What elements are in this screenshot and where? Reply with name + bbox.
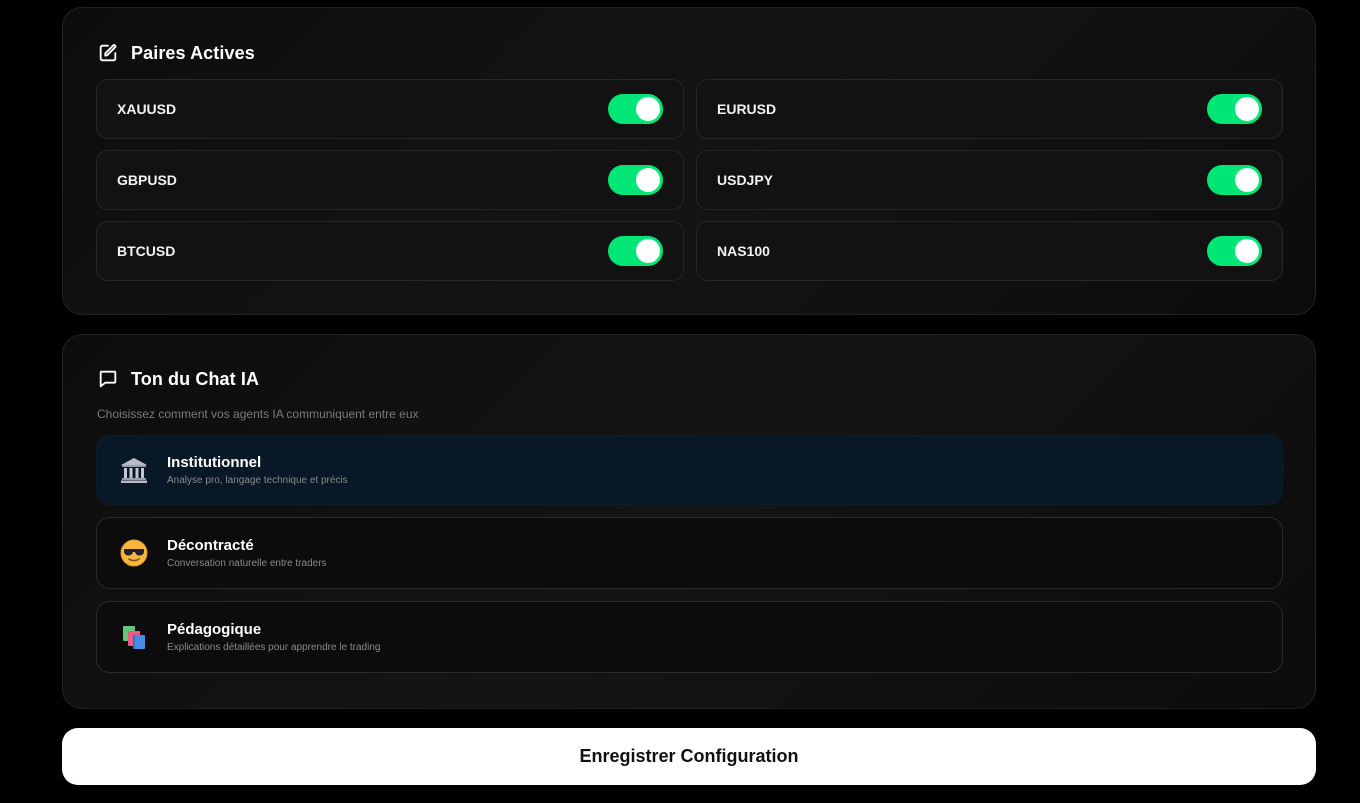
- pair-toggle-usdjpy[interactable]: [1207, 165, 1262, 195]
- pair-row-nas100: NAS100: [696, 221, 1283, 281]
- toggle-knob: [636, 168, 660, 192]
- tone-options: Institutionnel Analyse pro, langage tech…: [96, 435, 1283, 673]
- pair-row-xauusd: XAUUSD: [96, 79, 684, 139]
- pair-label: BTCUSD: [117, 243, 176, 259]
- tone-subtitle: Analyse pro, langage technique et précis: [167, 475, 348, 486]
- tone-option-pedagogique[interactable]: Pédagogique Explications détaillées pour…: [96, 601, 1283, 673]
- save-configuration-button[interactable]: Enregistrer Configuration: [62, 728, 1316, 785]
- toggle-knob: [636, 97, 660, 121]
- toggle-knob: [636, 239, 660, 263]
- active-pairs-title: Paires Actives: [131, 42, 255, 63]
- pair-row-btcusd: BTCUSD: [96, 221, 684, 281]
- tone-text: Pédagogique Explications détaillées pour…: [167, 621, 380, 653]
- settings-page: Paires Actives XAUUSD EURUSD GBPUSD USDJ…: [0, 0, 1360, 803]
- tone-option-decontracte[interactable]: Décontracté Conversation naturelle entre…: [96, 517, 1283, 589]
- tone-subtitle: Conversation naturelle entre traders: [167, 558, 327, 569]
- tone-name: Décontracté: [167, 537, 254, 554]
- tone-text: Décontracté Conversation naturelle entre…: [167, 537, 327, 569]
- pair-row-eurusd: EURUSD: [696, 79, 1283, 139]
- books-icon: [119, 622, 149, 652]
- tone-subtitle: Explications détaillées pour apprendre l…: [167, 642, 381, 653]
- tone-name: Pédagogique: [167, 621, 262, 638]
- chat-tone-description: Choisissez comment vos agents IA communi…: [97, 407, 419, 421]
- chat-tone-title: Ton du Chat IA: [131, 368, 260, 389]
- toggle-knob: [1235, 168, 1259, 192]
- active-pairs-header: Paires Actives: [97, 42, 255, 64]
- pair-label: EURUSD: [717, 101, 777, 117]
- pair-label: NAS100: [717, 243, 770, 259]
- pair-toggle-btcusd[interactable]: [608, 236, 663, 266]
- tone-name: Institutionnel: [167, 454, 262, 471]
- pair-label: XAUUSD: [117, 101, 177, 117]
- pair-label: USDJPY: [717, 172, 774, 188]
- pair-toggle-xauusd[interactable]: [608, 94, 663, 124]
- bank-building-icon: [119, 455, 149, 485]
- chat-bubble-icon: [97, 368, 119, 390]
- tone-text: Institutionnel Analyse pro, langage tech…: [167, 454, 348, 486]
- chat-tone-card: Ton du Chat IA Choisissez comment vos ag…: [62, 334, 1316, 709]
- pair-toggle-eurusd[interactable]: [1207, 94, 1262, 124]
- pair-row-gbpusd: GBPUSD: [96, 150, 684, 210]
- tone-option-institutionnel[interactable]: Institutionnel Analyse pro, langage tech…: [96, 435, 1283, 505]
- sunglasses-face-icon: [119, 538, 149, 568]
- edit-square-icon: [97, 42, 119, 64]
- pair-label: GBPUSD: [117, 172, 177, 188]
- pairs-grid: XAUUSD EURUSD GBPUSD USDJPY BTCUSD NAS10…: [96, 79, 1283, 281]
- toggle-knob: [1235, 97, 1259, 121]
- toggle-knob: [1235, 239, 1259, 263]
- chat-tone-header: Ton du Chat IA: [97, 368, 259, 390]
- active-pairs-card: Paires Actives XAUUSD EURUSD GBPUSD USDJ…: [62, 7, 1316, 315]
- pair-toggle-nas100[interactable]: [1207, 236, 1262, 266]
- pair-row-usdjpy: USDJPY: [696, 150, 1283, 210]
- pair-toggle-gbpusd[interactable]: [608, 165, 663, 195]
